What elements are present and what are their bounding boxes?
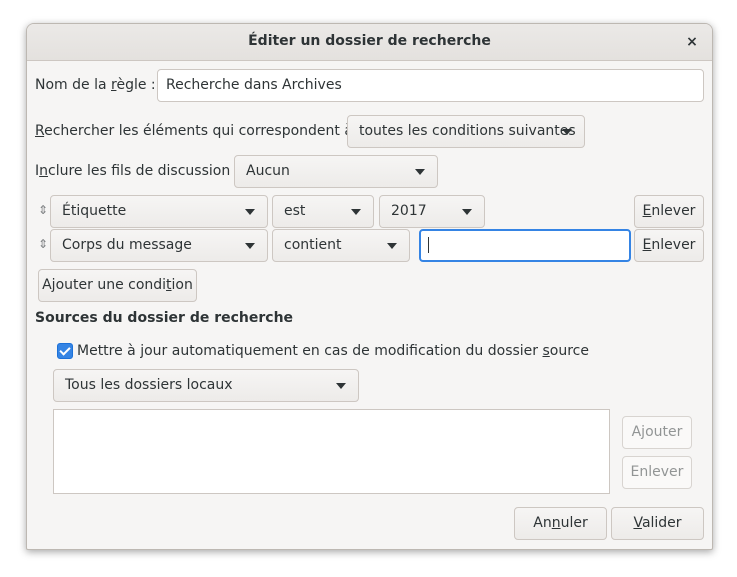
include-threads-value: Aucun [246,163,290,179]
threads-label: Inclure les fils de discussion : [35,163,239,179]
chevron-down-icon [387,243,397,249]
chevron-down-icon [415,169,425,175]
rule-name-label-part: Nom de la [35,77,111,93]
rule-name-label: Nom de la règle : [35,77,156,93]
condition-operator-value: contient [284,237,342,253]
source-folders-list[interactable] [53,409,610,494]
auto-update-label-part: Mettre à jour automatiquement en cas de … [77,343,543,359]
condition-field-dropdown[interactable]: Corps du message [50,229,268,262]
condition-value: 2017 [391,203,427,219]
ok-mnemonic: V [633,515,642,531]
ok-button[interactable]: Valider [611,507,704,540]
match-mode-value: toutes les conditions suivantes [359,123,576,139]
threads-label-part: clure les fils de discussion : [48,163,240,179]
remove-label: nlever [651,203,696,219]
remove-label: nlever [651,237,696,253]
sources-section-title: Sources du dossier de recherche [35,310,294,326]
auto-update-label[interactable]: Mettre à jour automatiquement en cas de … [77,343,589,359]
chevron-down-icon [245,209,255,215]
cancel-mnemonic: n [551,515,561,531]
cancel-button[interactable]: Annuler [514,507,607,540]
text-cursor [428,237,429,253]
auto-update-label-part: ource [549,343,589,359]
chevron-down-icon [562,129,572,135]
chevron-down-icon [245,243,255,249]
condition-field-value: Corps du message [62,237,192,253]
condition-field-dropdown[interactable]: Étiquette [50,195,268,228]
auto-update-checkbox[interactable] [57,343,73,359]
include-threads-dropdown[interactable]: Aucun [234,155,438,188]
source-scope-value: Tous les dossiers locaux [65,377,233,393]
match-label-mnemonic: R [35,123,45,139]
condition-operator-value: est [284,203,306,219]
remove-condition-button[interactable]: Enlever [634,195,704,228]
add-condition-button[interactable]: Ajouter une condition [38,269,197,302]
rule-name-input[interactable]: Recherche dans Archives [157,69,704,102]
cancel-label-part: uler [560,515,588,531]
rule-name-label-part: ègle : [116,77,156,93]
titlebar: Éditer un dossier de recherche × [27,24,712,61]
edit-search-folder-dialog: Éditer un dossier de recherche × Nom de … [26,23,713,550]
auto-update-mnemonic: s [542,343,550,359]
chevron-down-icon [351,209,361,215]
cancel-label-part: An [533,515,552,531]
add-source-button[interactable]: Ajouter [622,416,692,449]
dialog-title: Éditer un dossier de recherche [248,33,491,49]
match-label: Rechercher les éléments qui corresponden… [35,123,362,139]
add-condition-label-part: Ajouter une condi [42,277,167,293]
condition-field-value: Étiquette [62,203,127,219]
remove-condition-button[interactable]: Enlever [634,229,704,262]
drag-handle-icon[interactable]: ⇕ [38,203,48,217]
add-condition-label-part: ion [171,277,193,293]
source-scope-dropdown[interactable]: Tous les dossiers locaux [53,369,359,402]
condition-operator-dropdown[interactable]: est [272,195,374,228]
close-icon[interactable]: × [682,32,702,52]
ok-label-part: alider [641,515,682,531]
drag-handle-icon[interactable]: ⇕ [38,237,48,251]
condition-value-dropdown[interactable]: 2017 [379,195,485,228]
condition-operator-dropdown[interactable]: contient [272,229,410,262]
chevron-down-icon [462,209,472,215]
condition-text-input[interactable] [419,229,631,262]
chevron-down-icon [336,383,346,389]
threads-label-mnemonic: n [39,163,49,179]
remove-source-button[interactable]: Enlever [622,456,692,489]
match-mode-dropdown[interactable]: toutes les conditions suivantes [347,115,585,148]
match-label-part: echercher les éléments qui correspondent… [44,123,363,139]
